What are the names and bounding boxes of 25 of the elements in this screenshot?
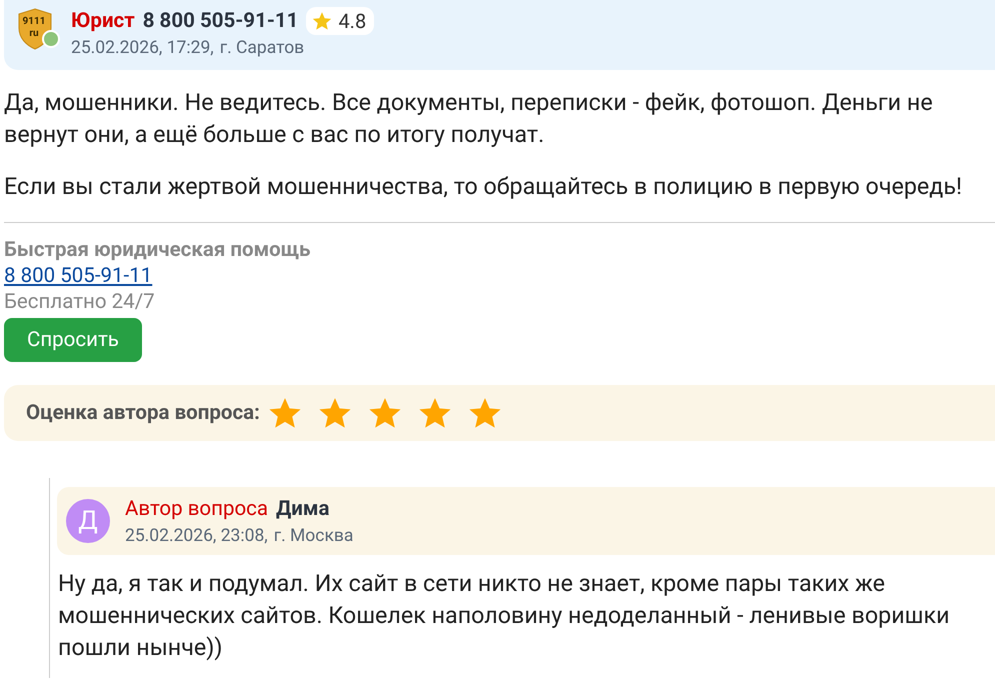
post-date: 25.02.2026, 17:29, — [71, 38, 214, 58]
star-icon — [368, 396, 402, 430]
answer-paragraph: Если вы стали жертвой мошенничества, то обращайтесь в полицию в первую очередь! — [4, 171, 964, 202]
author-phone: 8 800 505-91-11 — [142, 9, 298, 33]
phone-link[interactable]: 8 800 505-91-11 — [4, 264, 152, 288]
logo-text: ru — [28, 29, 40, 39]
star-icon — [318, 396, 352, 430]
post-city: г. Москва — [274, 526, 354, 546]
rating-value: 4.8 — [338, 9, 366, 33]
star-icon — [268, 396, 302, 430]
author-role: Юрист — [71, 9, 135, 33]
star-icon — [418, 396, 452, 430]
star-icon — [312, 11, 332, 31]
reply-text: Ну да, я так и подумал. Их сайт в сети никто не знает, кроме пары таких же мошеннических сайтов. Кошелек наполовину недоделанный - ленивые воришки пошли нынче)) — [58, 568, 951, 663]
help-note: Бесплатно 24/7 — [4, 289, 156, 315]
post-city: г. Саратов — [220, 38, 304, 58]
star-icon — [468, 396, 502, 430]
author-name: Дима — [276, 496, 330, 520]
user-avatar: Д — [66, 499, 110, 543]
author-role: Автор вопроса — [125, 496, 268, 520]
logo-text: 9111 — [22, 17, 46, 27]
rating-label: Оценка автора вопроса: — [26, 401, 260, 425]
post-date: 25.02.2026, 23:08, — [125, 526, 268, 546]
answer-paragraph: Да, мошенники. Не ведитесь. Все документы, переписки - фейк, фотошоп. Деньги не вернут они, а ещё больше с вас по итогу получат. — [4, 87, 934, 150]
help-title: Быстрая юридическая помощь — [4, 237, 312, 263]
